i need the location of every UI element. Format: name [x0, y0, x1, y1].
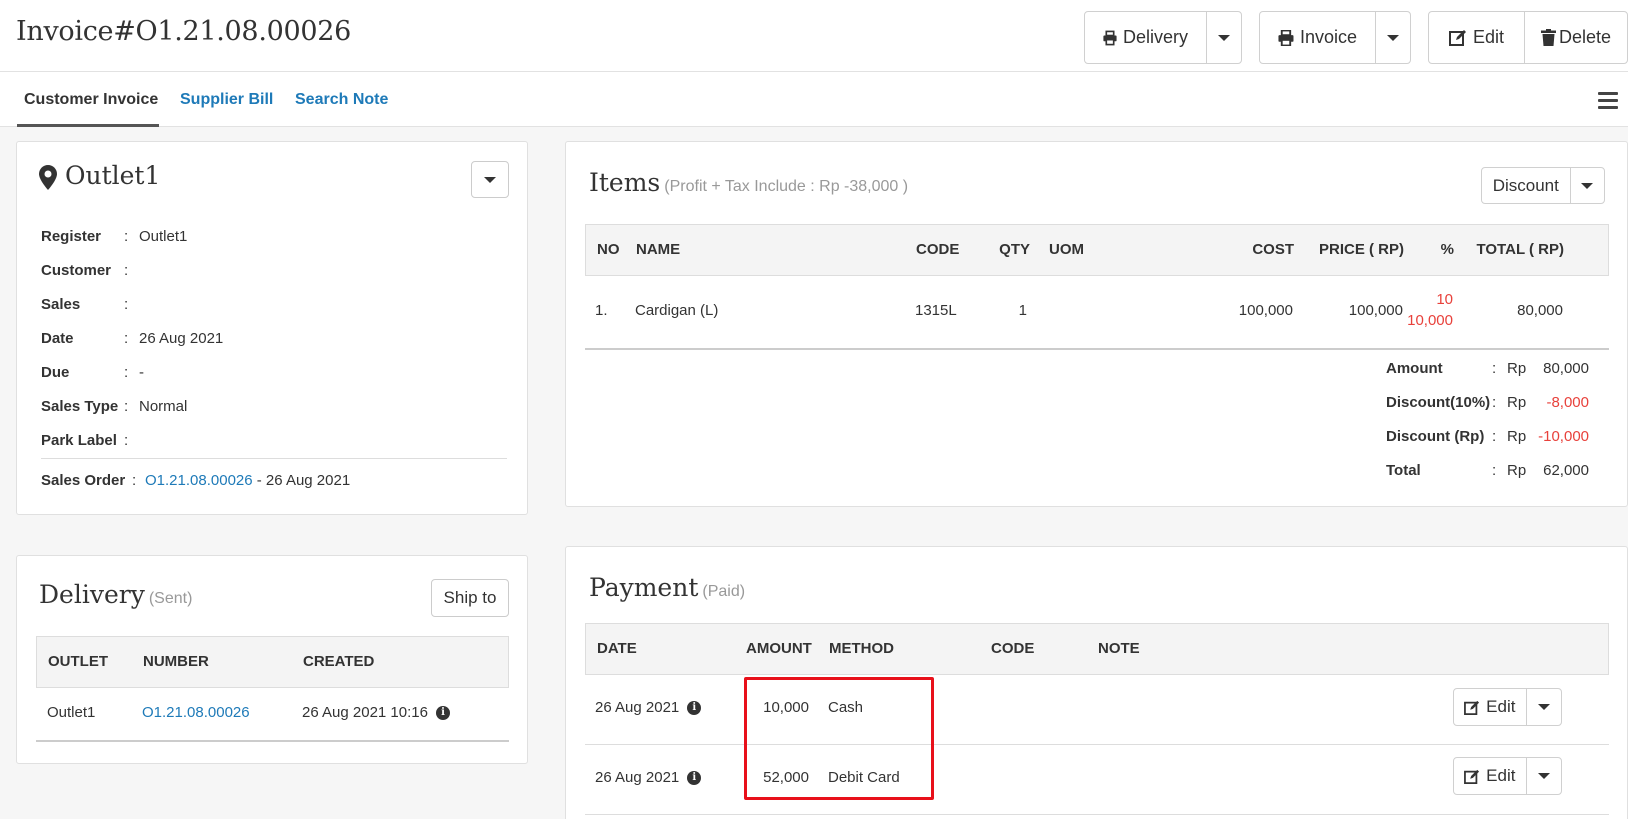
outlet-title: Outlet1 — [65, 161, 161, 190]
divider — [36, 740, 509, 742]
tab-search-note[interactable]: Search Note — [295, 72, 388, 127]
info-icon[interactable]: i — [687, 771, 702, 786]
payment-edit-group: Edit — [1453, 757, 1562, 795]
page-title: Invoice#O1.21.08.00026 — [16, 16, 351, 47]
payment-edit-button[interactable]: Edit — [1454, 689, 1526, 725]
caret-down-icon — [1537, 704, 1550, 710]
divider — [585, 814, 1609, 815]
print-delivery-button[interactable]: Delivery — [1085, 12, 1206, 63]
items-title: Items (Profit + Tax Include : Rp -38,000 … — [589, 168, 909, 197]
edit-icon — [1464, 700, 1480, 715]
items-card: Items (Profit + Tax Include : Rp -38,000 … — [565, 141, 1628, 507]
discount-dropdown-toggle[interactable] — [1569, 168, 1604, 203]
payment-title: Payment (Paid) — [589, 573, 746, 602]
caret-down-icon — [1218, 34, 1230, 41]
table-row: 26 Aug 2021 i 10,000 Cash Edit — [585, 675, 1609, 744]
payment-edit-group: Edit — [1453, 688, 1562, 726]
items-subtitle: (Profit + Tax Include : Rp -38,000 ) — [664, 178, 909, 195]
summary-amount: Amount : Rp 80,000 — [1386, 360, 1589, 377]
delivery-button-group: Delivery — [1084, 11, 1242, 64]
info-icon[interactable]: i — [687, 701, 702, 716]
delivery-label: Delivery — [1122, 27, 1188, 47]
edit-icon — [1448, 30, 1466, 46]
payment-edit-button[interactable]: Edit — [1454, 758, 1526, 794]
items-table-header: NO NAME CODE QTY UOM COST PRICE ( RP) % … — [585, 224, 1609, 276]
delivery-dropdown-toggle[interactable] — [1206, 12, 1241, 63]
payment-edit-dropdown[interactable] — [1525, 689, 1561, 725]
trash-icon — [1540, 29, 1556, 46]
menu-icon[interactable] — [1598, 92, 1618, 113]
edit-icon — [1464, 769, 1480, 784]
discount-button-group: Discount — [1481, 167, 1605, 204]
print-invoice-button[interactable]: Invoice — [1260, 12, 1375, 63]
delivery-table-header: OUTLET NUMBER CREATED — [36, 636, 509, 688]
invoice-button-group: Invoice — [1259, 11, 1411, 64]
tab-bar: Customer Invoice Supplier Bill Search No… — [0, 72, 1628, 127]
payment-table-header: DATE AMOUNT METHOD CODE NOTE — [585, 623, 1609, 675]
ship-to-button[interactable]: Ship to — [431, 579, 509, 617]
delivery-card: Delivery (Sent) Ship to OUTLET NUMBER CRE… — [16, 555, 528, 764]
delivery-title: Delivery (Sent) — [39, 580, 193, 609]
edit-button[interactable]: Edit — [1429, 12, 1524, 63]
payment-status: (Paid) — [702, 583, 746, 600]
tab-customer-invoice[interactable]: Customer Invoice — [17, 72, 159, 127]
delete-button[interactable]: Delete — [1524, 12, 1627, 63]
payment-card: Payment (Paid) DATE AMOUNT METHOD CODE NO… — [565, 546, 1628, 819]
sales-order-link[interactable]: O1.21.08.00026 — [145, 472, 253, 489]
delivery-number-link[interactable]: O1.21.08.00026 — [142, 704, 250, 721]
map-marker-icon — [39, 165, 57, 190]
printer-icon — [1278, 29, 1294, 46]
table-row: 1. Cardigan (L) 1315L 1 100,000 100,000 … — [595, 291, 1563, 329]
info-icon[interactable]: i — [435, 706, 450, 721]
summary-discount-percent: Discount(10%) : Rp -8,000 — [1386, 394, 1589, 411]
invoice-label: Invoice — [1299, 27, 1357, 47]
summary-total: Total : Rp 62,000 — [1386, 462, 1589, 479]
caret-down-icon — [1537, 773, 1550, 779]
items-summary: Amount : Rp 80,000 Discount(10%) : Rp -8… — [1386, 360, 1609, 500]
payment-edit-dropdown[interactable] — [1525, 758, 1561, 794]
divider — [585, 348, 1609, 350]
divider — [41, 458, 507, 459]
edit-delete-group: Edit Delete — [1428, 11, 1628, 64]
caret-down-icon — [1581, 182, 1594, 189]
caret-down-icon — [484, 176, 496, 183]
outlet-dropdown-button[interactable] — [471, 161, 509, 198]
top-bar: Invoice#O1.21.08.00026 Delivery Invoice … — [0, 0, 1628, 72]
outlet-card: Outlet1 Register: Outlet1 Customer: Sales… — [16, 141, 528, 515]
table-row: 26 Aug 2021 i 52,000 Debit Card Edit — [585, 745, 1609, 814]
summary-discount-rp: Discount (Rp) : Rp -10,000 — [1386, 428, 1589, 445]
delete-label: Delete — [1558, 27, 1612, 47]
caret-down-icon — [1387, 34, 1399, 41]
invoice-dropdown-toggle[interactable] — [1375, 12, 1410, 63]
printer-icon — [1103, 30, 1117, 45]
tab-supplier-bill[interactable]: Supplier Bill — [180, 72, 273, 127]
delivery-status: (Sent) — [148, 590, 193, 607]
table-row: Outlet1 O1.21.08.00026 26 Aug 2021 10:16… — [36, 688, 509, 740]
discount-button[interactable]: Discount — [1482, 168, 1570, 203]
edit-label: Edit — [1472, 27, 1505, 47]
